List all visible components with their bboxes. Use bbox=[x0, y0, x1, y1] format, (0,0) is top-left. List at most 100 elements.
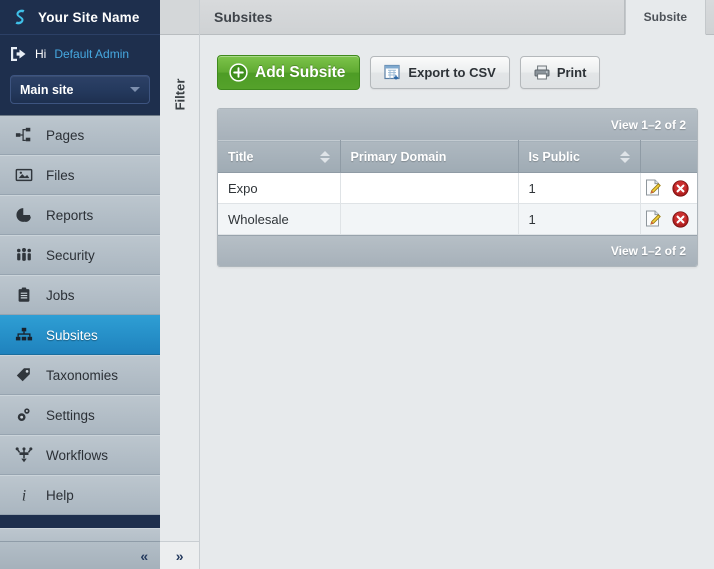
export-csv-label: Export to CSV bbox=[408, 65, 496, 80]
user-name-link[interactable]: Default Admin bbox=[54, 47, 129, 61]
sidebar-item-reports[interactable]: Reports bbox=[0, 195, 161, 235]
subsites-table: Title Primary Domain Is Public Expo 1 Wh… bbox=[218, 140, 697, 235]
sidebar-filler bbox=[0, 527, 161, 541]
site-select-dropdown[interactable]: Main site bbox=[10, 75, 151, 104]
view-count-bottom: View 1–2 of 2 bbox=[610, 244, 686, 258]
user-greeting-row: Hi Default Admin bbox=[0, 35, 160, 73]
image-icon bbox=[14, 165, 34, 185]
tab-subsite[interactable]: Subsite bbox=[624, 0, 706, 35]
table-row[interactable]: Expo 1 bbox=[218, 172, 697, 204]
cell-primary-domain bbox=[340, 172, 519, 204]
sidebar-item-label: Help bbox=[46, 487, 74, 503]
filter-rail-body[interactable]: Filter bbox=[160, 35, 199, 541]
svg-text:i: i bbox=[22, 487, 26, 504]
spreadsheet-download-icon bbox=[384, 64, 401, 81]
edit-icon[interactable] bbox=[645, 179, 662, 197]
expand-right-icon[interactable]: » bbox=[176, 548, 184, 564]
action-toolbar: Add Subsite Export to CSV Print bbox=[217, 55, 698, 90]
plus-circle-icon bbox=[229, 63, 248, 82]
chevron-down-icon bbox=[130, 87, 141, 92]
sidebar-item-label: Subsites bbox=[46, 327, 98, 343]
table-pagination-top: View 1–2 of 2 bbox=[218, 109, 697, 140]
delete-icon[interactable] bbox=[671, 210, 689, 228]
sidebar-item-label: Taxonomies bbox=[46, 367, 119, 383]
sort-descending-icon bbox=[619, 157, 630, 163]
sidebar-item-taxonomies[interactable]: Taxonomies bbox=[0, 355, 161, 395]
filter-rail: Filter » bbox=[160, 0, 200, 569]
cell-actions bbox=[640, 203, 697, 235]
add-subsite-label: Add Subsite bbox=[255, 63, 346, 81]
sort-toggle-icon[interactable] bbox=[319, 150, 330, 163]
brand-name: Your Site Name bbox=[38, 9, 140, 25]
delete-icon[interactable] bbox=[671, 179, 689, 197]
edit-icon[interactable] bbox=[645, 210, 662, 228]
greeting-text: Hi bbox=[35, 47, 47, 61]
info-icon: i bbox=[14, 485, 34, 505]
tabstrip: Subsite bbox=[624, 0, 706, 35]
page-title-bar: Subsites bbox=[200, 0, 625, 35]
sidebar-item-label: Files bbox=[46, 167, 75, 183]
column-header-primary-domain[interactable]: Primary Domain bbox=[340, 140, 519, 173]
sidebar-item-label: Security bbox=[46, 247, 95, 263]
cell-is-public: 1 bbox=[518, 172, 641, 204]
cell-title: Expo bbox=[218, 172, 341, 204]
print-label: Print bbox=[556, 65, 587, 80]
sidebar-item-label: Pages bbox=[46, 127, 85, 143]
content-area: Add Subsite Export to CSV Print View 1–2… bbox=[200, 35, 714, 569]
sidebar-item-label: Settings bbox=[46, 407, 95, 423]
table-body: Expo 1 Wholesale 1 bbox=[218, 172, 697, 235]
people-icon bbox=[14, 245, 34, 265]
column-label: Primary Domain bbox=[350, 149, 447, 164]
export-csv-button[interactable]: Export to CSV bbox=[370, 56, 510, 89]
sort-ascending-icon bbox=[619, 150, 630, 156]
sort-toggle-icon[interactable] bbox=[619, 150, 630, 163]
filter-label[interactable]: Filter bbox=[172, 79, 187, 111]
cell-actions bbox=[640, 172, 697, 204]
subsites-table-card: View 1–2 of 2 Title Primary Domain Is Pu… bbox=[217, 108, 698, 267]
filter-expand-bar[interactable]: » bbox=[160, 541, 199, 569]
page-title: Subsites bbox=[214, 9, 273, 25]
table-row[interactable]: Wholesale 1 bbox=[218, 203, 697, 235]
view-count-top: View 1–2 of 2 bbox=[610, 117, 686, 132]
sidebar-item-label: Workflows bbox=[46, 447, 109, 463]
column-header-is-public[interactable]: Is Public bbox=[518, 140, 641, 173]
sort-descending-icon bbox=[319, 157, 330, 163]
main-region: Subsites Subsite Add Subsite Export to C… bbox=[200, 0, 714, 569]
sidebar-item-settings[interactable]: Settings bbox=[0, 395, 161, 435]
sidebar-item-help[interactable]: i Help bbox=[0, 475, 161, 515]
site-select-value: Main site bbox=[20, 82, 74, 97]
add-subsite-button[interactable]: Add Subsite bbox=[217, 55, 361, 90]
table-header-row: Title Primary Domain Is Public bbox=[218, 140, 697, 173]
sidebar-item-files[interactable]: Files bbox=[0, 155, 161, 195]
clipboard-icon bbox=[14, 285, 34, 305]
brand-header[interactable]: Your Site Name bbox=[0, 0, 161, 35]
logout-icon[interactable] bbox=[10, 46, 27, 62]
tag-icon bbox=[14, 365, 34, 385]
filter-rail-top bbox=[160, 0, 199, 35]
print-button[interactable]: Print bbox=[519, 56, 601, 89]
sidebar: Your Site Name Hi Default Admin Main sit… bbox=[0, 0, 161, 569]
sidebar-collapse-bar[interactable]: « bbox=[0, 541, 161, 569]
topbar-endcap bbox=[706, 0, 714, 35]
sidebar-item-security[interactable]: Security bbox=[0, 235, 161, 275]
pie-chart-icon bbox=[14, 205, 34, 225]
table-head: Title Primary Domain Is Public bbox=[218, 140, 697, 173]
column-header-actions bbox=[640, 140, 697, 173]
printer-icon bbox=[534, 65, 550, 80]
application-window: Your Site Name Hi Default Admin Main sit… bbox=[0, 0, 714, 569]
sort-ascending-icon bbox=[319, 150, 330, 156]
column-label: Title bbox=[228, 149, 254, 164]
collapse-left-icon[interactable]: « bbox=[140, 548, 148, 564]
cell-primary-domain bbox=[340, 203, 519, 235]
sidebar-item-jobs[interactable]: Jobs bbox=[0, 275, 161, 315]
sidebar-item-pages[interactable]: Pages bbox=[0, 115, 161, 155]
cell-title: Wholesale bbox=[218, 203, 341, 235]
sidebar-nav: Pages Files Reports Security Jobs Subsit… bbox=[0, 115, 161, 528]
column-header-title[interactable]: Title bbox=[218, 140, 341, 173]
sidebar-item-subsites[interactable]: Subsites bbox=[0, 315, 161, 355]
sidebar-item-workflows[interactable]: Workflows bbox=[0, 435, 161, 475]
gears-icon bbox=[14, 405, 34, 425]
swirl-logo-icon bbox=[10, 7, 30, 27]
tab-label: Subsite bbox=[643, 10, 687, 24]
sidebar-item-label: Reports bbox=[46, 207, 94, 223]
